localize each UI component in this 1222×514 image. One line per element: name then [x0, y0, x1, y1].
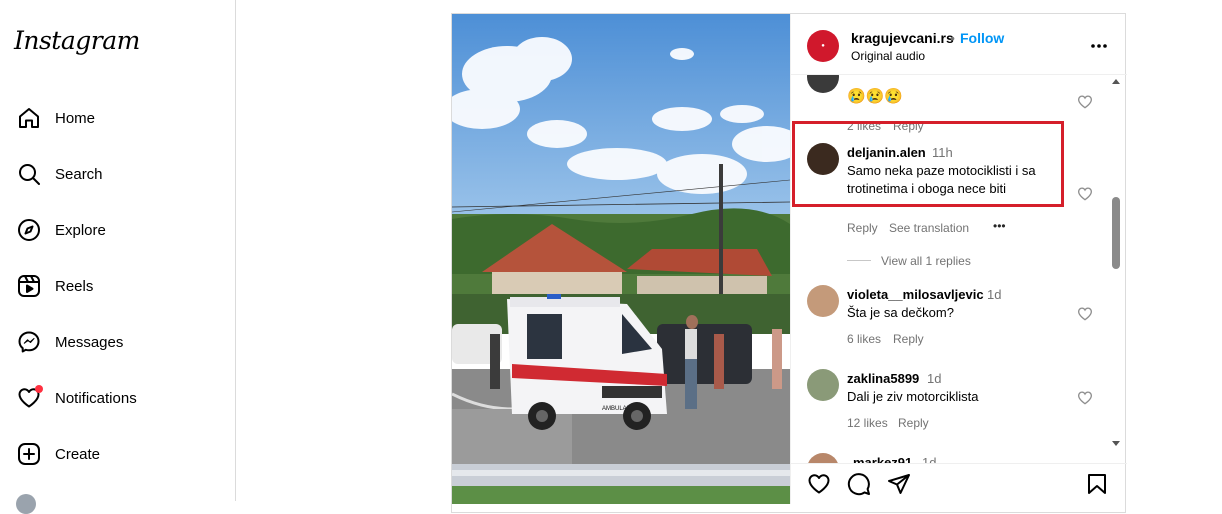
comment-time: 1d: [922, 455, 937, 463]
sidebar-item-label: Search: [55, 165, 103, 183]
likes-count[interactable]: 6 likes: [847, 332, 881, 346]
sidebar-item-messages[interactable]: Messages: [12, 320, 222, 364]
sidebar-item-search[interactable]: Search: [12, 152, 222, 196]
search-icon: [15, 160, 43, 188]
save-icon[interactable]: [1085, 472, 1111, 498]
comment-time: 1d: [987, 287, 1002, 302]
comment-username[interactable]: violeta__milosavljevic: [847, 287, 984, 302]
likes-count[interactable]: 12 likes: [847, 416, 888, 430]
heart-icon[interactable]: [1077, 306, 1093, 322]
author-avatar[interactable]: ●: [807, 30, 839, 62]
post-dialog: AMBULANCE ● kragujevcani.rs • Follow Ori…: [451, 13, 1127, 513]
avatar[interactable]: [807, 453, 839, 463]
avatar[interactable]: [807, 369, 839, 401]
avatar[interactable]: [807, 285, 839, 317]
comment-icon[interactable]: [847, 472, 873, 498]
sidebar-item-label: Home: [55, 109, 96, 127]
like-icon[interactable]: [807, 472, 833, 498]
comments-scrollbar[interactable]: [1110, 75, 1122, 449]
comment-more-icon[interactable]: •••: [993, 219, 1006, 233]
home-icon: [15, 104, 43, 132]
sidebar-item-label: Explore: [55, 221, 106, 239]
audio-label[interactable]: Original audio: [851, 49, 925, 63]
comment-text: Dali je ziv motorciklista: [847, 389, 979, 404]
see-translation-link[interactable]: See translation: [889, 221, 969, 235]
replies-divider: [847, 260, 871, 261]
reply-button[interactable]: Reply: [847, 221, 878, 235]
sidebar-item-explore[interactable]: Explore: [12, 208, 222, 252]
plus-square-icon: [15, 440, 43, 468]
share-icon[interactable]: [887, 472, 913, 498]
notification-dot: [35, 385, 43, 393]
scroll-down-arrow[interactable]: [1112, 441, 1120, 446]
scroll-up-arrow[interactable]: [1112, 79, 1120, 84]
post-video[interactable]: AMBULANCE: [452, 14, 790, 504]
compass-icon: [15, 216, 43, 244]
messenger-icon: [15, 328, 43, 356]
reels-icon: [15, 272, 43, 300]
video-frame: AMBULANCE: [452, 14, 790, 504]
comment-username[interactable]: markez91: [853, 455, 912, 463]
heart-icon: [15, 384, 43, 412]
sidebar-item-create[interactable]: Create: [12, 432, 222, 476]
scroll-thumb[interactable]: [1112, 197, 1120, 269]
reply-button[interactable]: Reply: [898, 416, 929, 430]
sidebar-item-home[interactable]: Home: [12, 96, 222, 140]
comment-text: 😢😢😢: [847, 88, 904, 105]
heart-icon[interactable]: [1077, 94, 1093, 110]
sidebar: Instagram Home Search Explore Reels Mess…: [0, 0, 236, 514]
comment-time: 1d: [927, 371, 942, 386]
separator-dot: •: [950, 30, 955, 46]
sidebar-item-label: Messages: [55, 333, 124, 351]
sidebar-item-label: Create: [55, 445, 101, 463]
heart-icon[interactable]: [1077, 390, 1093, 406]
sidebar-item-reels[interactable]: Reels: [12, 264, 222, 308]
comment-highlight-box: [792, 121, 1064, 207]
post-actions: [791, 463, 1127, 504]
author-avatar-glyph: ●: [821, 43, 825, 49]
heart-icon[interactable]: [1077, 186, 1093, 202]
avatar[interactable]: [807, 75, 839, 93]
author-username[interactable]: kragujevcani.rs: [851, 30, 954, 46]
follow-button[interactable]: Follow: [960, 30, 1004, 46]
view-replies-button[interactable]: View all 1 replies: [881, 254, 971, 268]
post-header: ● kragujevcani.rs • Follow Original audi…: [791, 14, 1127, 75]
profile-avatar[interactable]: [16, 494, 36, 514]
sidebar-item-label: Reels: [55, 277, 94, 295]
reply-button[interactable]: Reply: [893, 332, 924, 346]
instagram-logo[interactable]: Instagram: [14, 26, 140, 55]
comment-username[interactable]: zaklina5899: [847, 371, 919, 386]
post-panel: ● kragujevcani.rs • Follow Original audi…: [790, 14, 1127, 504]
comment-text: Šta je sa dečkom?: [847, 305, 954, 320]
more-options-icon[interactable]: [1089, 36, 1109, 56]
sidebar-item-label: Notifications: [55, 389, 137, 407]
sidebar-item-notifications[interactable]: Notifications: [12, 376, 222, 420]
